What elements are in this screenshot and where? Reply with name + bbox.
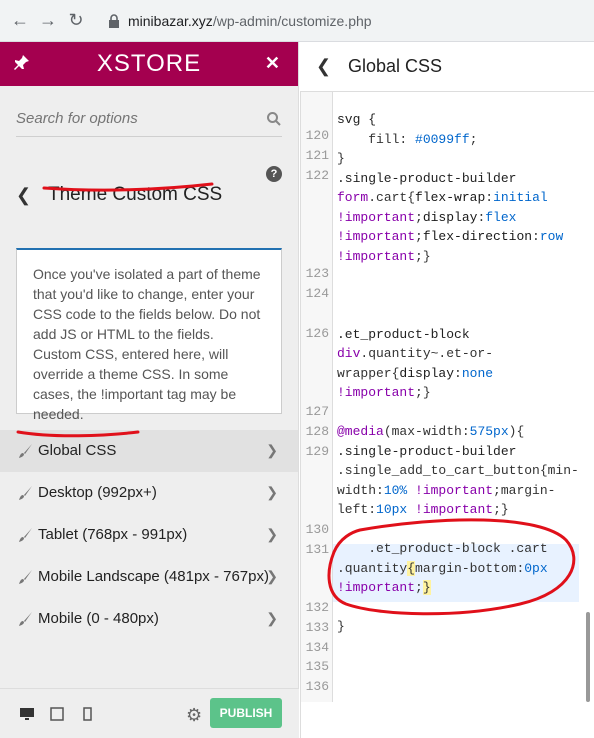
menu-item-mobile-landscape[interactable]: Mobile Landscape (481px - 767px) ❯ — [0, 556, 298, 598]
line-number: 129 — [305, 444, 329, 459]
section-title: Theme Custom CSS — [48, 184, 223, 205]
line-number: 120 — [305, 128, 329, 143]
publish-button[interactable]: PUBLISH — [210, 698, 282, 728]
browser-toolbar: ← → ↻ minibazar.xyz/wp-admin/customize.p… — [0, 0, 594, 42]
search-input[interactable] — [16, 110, 236, 127]
close-icon[interactable]: ✕ — [265, 53, 280, 74]
brush-icon — [19, 527, 32, 542]
line-number: 136 — [305, 679, 329, 694]
desktop-preview-icon[interactable] — [20, 707, 34, 721]
line-number: 135 — [305, 659, 329, 674]
brush-icon — [19, 443, 32, 458]
menu-item-label: Tablet (768px - 991px) — [38, 526, 188, 543]
customizer-sidebar: XSTORE ✕ ❮ Theme Custom CSS ? Once you'v… — [0, 42, 299, 738]
panel-title: Global CSS — [348, 56, 443, 76]
line-number: 130 — [305, 522, 329, 537]
url-path: /wp-admin/customize.php — [212, 13, 372, 29]
line-number: 134 — [305, 640, 329, 655]
customizer-footer: ⚙ PUBLISH — [0, 688, 299, 738]
brand-bar: XSTORE ✕ — [0, 42, 298, 86]
line-number: 132 — [305, 600, 329, 615]
section-header: ❮ Theme Custom CSS ? — [0, 152, 298, 238]
line-number: 126 — [305, 326, 329, 341]
chevron-right-icon: ❯ — [266, 568, 278, 584]
menu-item-label: Desktop (992px+) — [38, 484, 157, 501]
tablet-preview-icon[interactable] — [50, 706, 64, 721]
search-icon[interactable] — [266, 111, 282, 127]
chevron-right-icon: ❯ — [266, 526, 278, 542]
search-section — [0, 86, 298, 152]
address-bar[interactable]: minibazar.xyz/wp-admin/customize.php — [108, 6, 588, 36]
mobile-preview-icon[interactable] — [80, 706, 94, 721]
line-number: 124 — [305, 286, 329, 301]
css-menu-list: Global CSS ❯ Desktop (992px+) ❯ Tablet (… — [0, 430, 298, 640]
back-chevron-icon[interactable]: ❮ — [316, 56, 348, 77]
css-code: svg { fill: #0099ff; } .single-product-b… — [337, 112, 579, 634]
chevron-right-icon: ❯ — [266, 610, 278, 626]
pin-icon[interactable] — [14, 54, 30, 72]
menu-item-mobile[interactable]: Mobile (0 - 480px) ❯ — [0, 598, 298, 640]
menu-item-label: Global CSS — [38, 442, 117, 459]
reload-icon[interactable]: ↻ — [62, 7, 90, 35]
back-arrow-icon[interactable]: ← — [6, 7, 34, 35]
chevron-right-icon: ❯ — [266, 442, 278, 458]
line-number: 133 — [305, 620, 329, 635]
brush-icon — [19, 611, 32, 626]
search-field — [16, 101, 282, 137]
menu-item-global-css[interactable]: Global CSS ❯ — [0, 430, 298, 472]
brush-icon — [19, 485, 32, 500]
line-number: 128 — [305, 424, 329, 439]
gear-icon[interactable]: ⚙ — [186, 705, 202, 726]
line-number: 123 — [305, 266, 329, 281]
css-editor-panel: ❮ Global CSS 120 121 122 123 124 126 127… — [300, 42, 594, 738]
brush-icon — [19, 569, 32, 584]
brand-logo: XSTORE — [96, 50, 202, 77]
menu-item-label: Mobile (0 - 480px) — [38, 610, 159, 627]
lock-icon — [109, 14, 119, 28]
line-number: 131 — [305, 542, 329, 557]
code-editor[interactable]: 120 121 122 123 124 126 127 128 129 130 … — [300, 92, 594, 738]
panel-header: ❮ Global CSS — [300, 42, 594, 92]
scrollbar[interactable] — [586, 612, 590, 702]
line-number: 127 — [305, 404, 329, 419]
chevron-right-icon: ❯ — [266, 484, 278, 500]
menu-item-desktop[interactable]: Desktop (992px+) ❯ — [0, 472, 298, 514]
menu-item-tablet[interactable]: Tablet (768px - 991px) ❯ — [0, 514, 298, 556]
line-number: 122 — [305, 168, 329, 183]
menu-item-label: Mobile Landscape (481px - 767px) — [38, 568, 269, 585]
description-box: Once you've isolated a part of theme tha… — [16, 248, 282, 422]
back-chevron-icon[interactable]: ❮ — [16, 185, 48, 206]
line-number: 121 — [305, 148, 329, 163]
help-icon[interactable]: ? — [266, 166, 282, 182]
url-host: minibazar.xyz — [128, 13, 213, 29]
forward-arrow-icon[interactable]: → — [34, 7, 62, 35]
